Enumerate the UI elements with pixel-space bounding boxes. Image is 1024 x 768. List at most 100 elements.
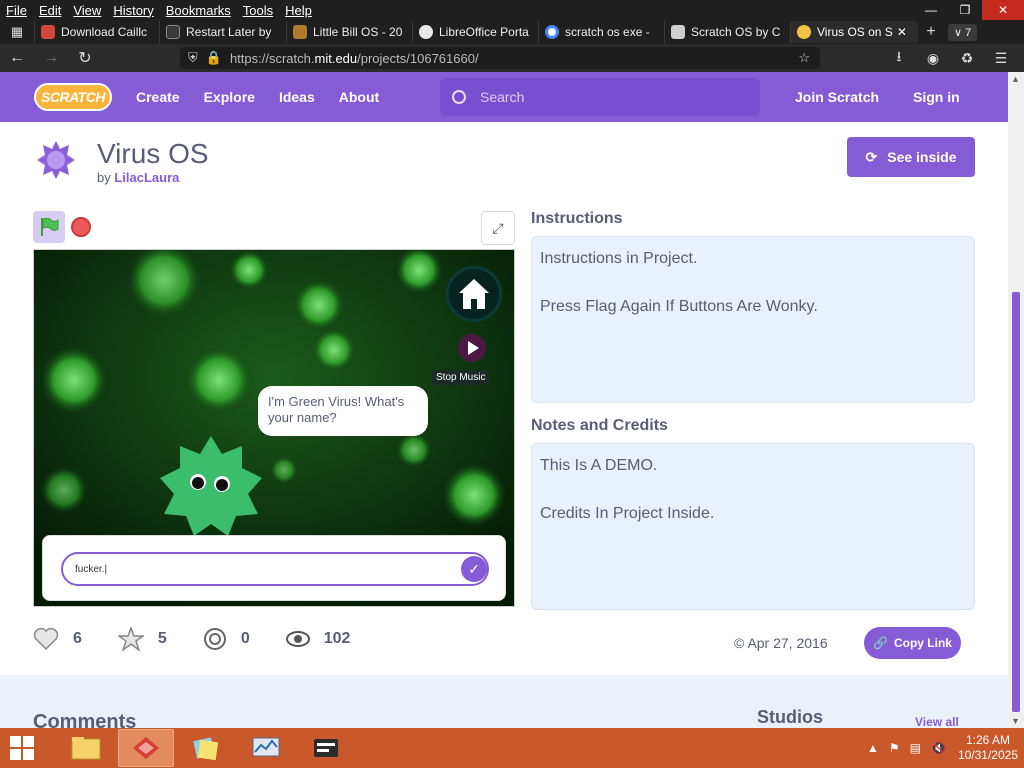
tab-count-badge[interactable]: ∨ 7: [948, 23, 978, 41]
browser-menubar: File Edit View History Bookmarks Tools H…: [0, 0, 1024, 20]
clock-time: 1:26 AM: [965, 733, 1010, 747]
project-date: © Apr 27, 2016: [734, 635, 828, 651]
tray-overflow-icon[interactable]: ▲: [867, 741, 879, 755]
close-icon[interactable]: ✕: [982, 0, 1024, 20]
remix-count: 0: [240, 630, 250, 647]
tab-4[interactable]: LibreOffice Porta: [412, 21, 538, 43]
url-domain: mit.edu: [314, 50, 358, 66]
see-inside-button[interactable]: ⟳ See inside: [847, 137, 975, 177]
scratch-favicon-icon: [797, 25, 811, 39]
link-icon: 🔗: [873, 636, 888, 650]
menu-history[interactable]: History: [107, 3, 159, 18]
tab-5[interactable]: scratch os exe -: [538, 21, 664, 43]
menu-view[interactable]: View: [67, 3, 107, 18]
windows-logo-icon: [10, 736, 34, 760]
green-flag-button[interactable]: [33, 211, 65, 243]
green-virus-sprite[interactable]: [156, 432, 266, 542]
view-all-link[interactable]: View all: [915, 715, 959, 729]
file-explorer-taskbar-icon[interactable]: [58, 729, 114, 767]
account-icon[interactable]: ◉: [916, 50, 950, 67]
favicon-icon: [671, 25, 685, 39]
clock[interactable]: 1:26 AM 10/31/2025: [958, 733, 1018, 763]
tab-1[interactable]: Download Caillc: [34, 21, 159, 43]
speech-bubble: I'm Green Virus! What's your name?: [258, 386, 428, 436]
search-input[interactable]: Search: [440, 78, 760, 116]
close-tab-icon[interactable]: ✕: [897, 25, 907, 39]
house-glyph: [459, 279, 489, 309]
reload-icon[interactable]: ↻: [68, 48, 102, 68]
browser-app-icon: [133, 737, 159, 759]
hamburger-menu-icon[interactable]: ☰: [984, 50, 1018, 67]
tab-label: Download Caillc: [61, 25, 148, 39]
action-center-flag-icon[interactable]: ⚑: [889, 741, 900, 755]
nav-create[interactable]: Create: [136, 89, 180, 105]
app-taskbar-icon-3[interactable]: [178, 729, 234, 767]
lock-icon: 🔒: [205, 50, 222, 65]
copy-link-label: Copy Link: [893, 636, 952, 650]
menu-bookmarks[interactable]: Bookmarks: [160, 3, 237, 18]
extensions-icon[interactable]: ♻: [950, 50, 984, 67]
page-scrollbar[interactable]: ▲ ▼: [1008, 72, 1024, 728]
nav-ideas[interactable]: Ideas: [279, 89, 315, 105]
restore-icon[interactable]: ❐: [948, 0, 982, 20]
play-glyph: [468, 341, 479, 355]
remix-icon: ⟳: [865, 148, 878, 165]
app-taskbar-icon-4[interactable]: [238, 729, 294, 767]
notes-line-2: Credits In Project Inside.: [540, 505, 715, 522]
nav-about[interactable]: About: [339, 89, 379, 105]
forward-icon[interactable]: →: [34, 49, 68, 67]
favorite-stat[interactable]: 5: [117, 627, 167, 651]
scroll-down-icon[interactable]: ▼: [1011, 716, 1020, 726]
submit-check-icon[interactable]: ✓: [461, 556, 487, 582]
favicon-icon: [166, 25, 180, 39]
view-count: 102: [323, 630, 351, 647]
menu-help[interactable]: Help: [279, 3, 318, 18]
tab-list-icon[interactable]: ▦: [0, 24, 34, 40]
tab-2[interactable]: Restart Later by: [159, 21, 286, 43]
home-icon[interactable]: [446, 266, 502, 322]
stop-button[interactable]: [71, 217, 91, 237]
author-link[interactable]: LilacLaura: [114, 170, 179, 185]
notes-heading: Notes and Credits: [531, 417, 668, 434]
project-thumbnail-icon[interactable]: [36, 140, 76, 180]
start-button[interactable]: [0, 728, 44, 768]
tab-6[interactable]: Scratch OS by C: [664, 21, 790, 43]
love-stat[interactable]: 6: [33, 627, 82, 651]
project-stats: 6 5 0 102: [33, 627, 386, 651]
folder-icon: [71, 737, 101, 760]
heart-icon: [33, 627, 59, 651]
answer-input[interactable]: fucker.|: [61, 552, 489, 586]
scroll-up-icon[interactable]: ▲: [1011, 74, 1020, 84]
bookmark-star-icon[interactable]: ☆: [798, 50, 810, 66]
nav-explore[interactable]: Explore: [204, 89, 255, 105]
sign-in-link[interactable]: Sign in: [913, 89, 960, 105]
minimize-icon[interactable]: —: [914, 0, 948, 20]
menu-file[interactable]: File: [0, 3, 33, 18]
view-stat: 102: [285, 630, 351, 648]
download-icon[interactable]: ⭳: [882, 46, 916, 70]
stop-music-label[interactable]: Stop Music: [432, 370, 490, 385]
app-taskbar-icon-5[interactable]: [298, 729, 354, 767]
new-tab-button[interactable]: +: [918, 23, 944, 41]
back-icon[interactable]: ←: [0, 49, 34, 67]
copy-link-button[interactable]: 🔗 Copy Link: [864, 627, 961, 659]
love-count: 6: [73, 630, 82, 647]
chevron-down-icon: ∨: [954, 26, 963, 39]
remix-stat: 0: [203, 627, 250, 651]
play-icon[interactable]: [458, 334, 486, 362]
instructions-line-1: Instructions in Project.: [540, 250, 698, 267]
tab-7-active[interactable]: Virus OS on S ✕: [790, 21, 918, 43]
scratch-logo[interactable]: SCRATCH: [34, 83, 112, 111]
scrollbar-thumb[interactable]: [1012, 292, 1020, 712]
volume-muted-icon[interactable]: 🔇: [931, 741, 946, 755]
network-icon[interactable]: ▤: [910, 741, 921, 755]
join-scratch-link[interactable]: Join Scratch: [795, 89, 879, 105]
menu-tools[interactable]: Tools: [237, 3, 279, 18]
fullscreen-button[interactable]: ⤢: [481, 211, 515, 245]
project-stage[interactable]: I'm Green Virus! What's your name? Stop …: [33, 249, 515, 607]
menu-edit[interactable]: Edit: [33, 3, 67, 18]
firefox-taskbar-icon[interactable]: [118, 729, 174, 767]
url-bar[interactable]: ⛨ 🔒 https://scratch. mit.edu/projects/106…: [180, 47, 820, 69]
tab-3[interactable]: Little Bill OS - 20: [286, 21, 412, 43]
clock-date: 10/31/2025: [957, 748, 1018, 762]
